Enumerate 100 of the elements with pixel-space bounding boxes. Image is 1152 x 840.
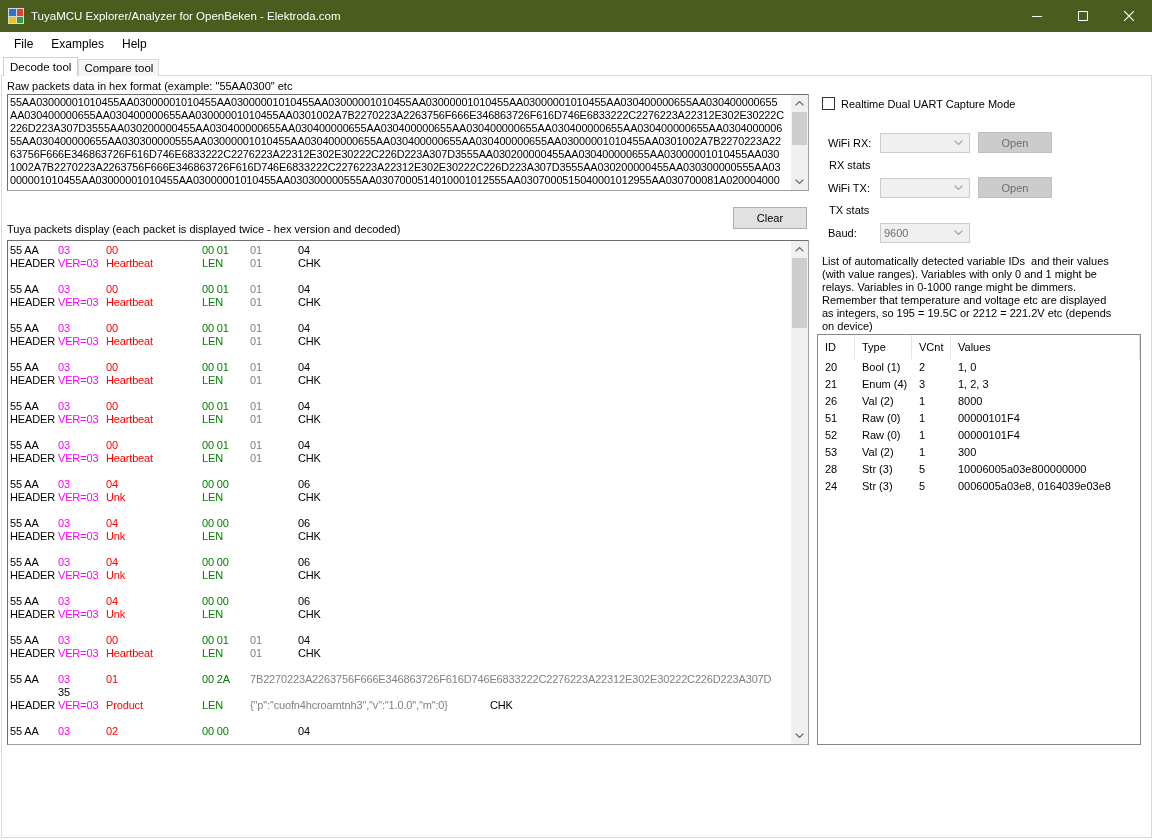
- port-label: WiFi TX:: [828, 181, 871, 194]
- caret-up-icon[interactable]: [795, 247, 804, 252]
- version-label: VER=03: [58, 452, 99, 465]
- checksum-label: CHK: [298, 647, 321, 660]
- checksum-byte: 04: [298, 283, 310, 296]
- length-bytes: 00 01: [202, 361, 229, 374]
- checkbox-label[interactable]: Realtime Dual UART Capture Mode: [841, 97, 1016, 110]
- table-cell-text: 21: [824, 377, 839, 392]
- checksum-label: CHK: [298, 374, 321, 387]
- payload-bytes: 01: [250, 439, 262, 452]
- table-cell-text: Str (3): [861, 479, 894, 494]
- vertical-scrollbar[interactable]: [791, 241, 808, 744]
- column-header[interactable]: VCnt: [912, 335, 951, 359]
- checksum-label: CHK: [298, 530, 321, 543]
- checksum-byte: 06: [298, 556, 310, 569]
- table-cell-text: 10006005a03e800000000: [957, 462, 1088, 477]
- table-cell-text: 2: [918, 360, 927, 375]
- table-cell-text: Val (2): [861, 445, 895, 460]
- scrollbar-thumb[interactable]: [792, 112, 807, 145]
- vertical-scrollbar[interactable]: [791, 95, 808, 190]
- checkbox[interactable]: [822, 97, 835, 110]
- hex-input-field[interactable]: 55AA03000001010455AA03000001010455AA03000001010455AA03000001010455AA03000001010455AA03000001010455AA030400000655AA030400000655 AA030400000655AA030400000655AA03000001010455AA0301002A7B2270223A2263756F666E346863726F616D746E6833222C2276223A22312E302E30222C 226D223A307D3555AA030200000455AA030400000655AA030400000655AA030400000655AA030400000655AA030400000655AA030400000655AA0304000006 55AA030400000655AA030300000555AA03000001010455AA030400000655AA030400000655AA030400000655AA03000001010455AA0301002A7B2270223A22 63756F666E346863726F616D746E6833222C2276223A22312E302E30222C226D223A307D3555AA030200000455AA030400000655AA03000001010455AA030 1002A7B2270223A2263756F666E346863726F616D746E6833222C2276223A22312E302E30222C226D223A307D3555AA030200000455AA030300000555AA03 000001010455AA03000001010455AA03000001010455AA030300000555AA0307000514010001012555AA0307000515040001012955AA030700081A020004000: [7, 94, 809, 191]
- version-label: VER=03: [58, 530, 99, 543]
- caret-down-icon[interactable]: [795, 733, 804, 738]
- length-label: LEN: [202, 569, 223, 582]
- version-byte: 03: [58, 400, 70, 413]
- header-label: HEADER: [10, 569, 55, 582]
- checksum-byte: 04: [298, 400, 310, 413]
- header-label: HEADER: [10, 608, 55, 621]
- table-cell-text: 1, 2, 3: [957, 377, 990, 392]
- menu-item[interactable]: Examples: [44, 34, 112, 54]
- checksum-byte: 35: [58, 686, 70, 699]
- payload-value: 01: [250, 257, 262, 270]
- length-bytes: 00 00: [202, 517, 229, 530]
- clear-button[interactable]: Clear: [733, 207, 807, 229]
- version-label: VER=03: [58, 491, 99, 504]
- tab[interactable]: Decode tool: [3, 57, 79, 76]
- header-label: HEADER: [10, 413, 55, 426]
- maximize-icon[interactable]: [1078, 11, 1088, 21]
- table-cell-text: 5: [918, 479, 927, 494]
- version-byte: 03: [58, 634, 70, 647]
- payload-bytes: 01: [250, 322, 262, 335]
- caret-down-icon[interactable]: [795, 179, 804, 184]
- table-cell-text: 8000: [957, 394, 984, 409]
- length-bytes: 00 00: [202, 595, 229, 608]
- payload-bytes: 7B2270223A2263756F666E346863726F616D746E6833222C2276223A22312E302E30222C226D223A307D: [250, 673, 772, 686]
- command-byte: 00: [106, 283, 118, 296]
- length-label: LEN: [202, 608, 223, 621]
- checksum-byte: 04: [298, 725, 310, 738]
- checksum-byte: 04: [298, 244, 310, 257]
- header-bytes: 55 AA: [10, 556, 39, 569]
- version-byte: 03: [58, 478, 70, 491]
- baud-label: Baud:: [828, 226, 858, 239]
- version-byte: 03: [58, 595, 70, 608]
- checksum-byte: 06: [298, 478, 310, 491]
- packet-display[interactable]: [7, 240, 809, 745]
- column-header[interactable]: Type: [855, 335, 912, 359]
- version-label: VER=03: [58, 699, 99, 712]
- length-label: LEN: [202, 257, 223, 270]
- tab[interactable]: Compare tool: [78, 59, 160, 76]
- table-cell-text: 00000101F4: [957, 411, 1021, 426]
- command-byte: 04: [106, 595, 118, 608]
- checksum-byte: 04: [298, 634, 310, 647]
- table-cell-text: Enum (4): [861, 377, 909, 392]
- header-bytes: 55 AA: [10, 595, 39, 608]
- scrollbar-thumb[interactable]: [792, 258, 807, 328]
- command-name: Heartbeat: [106, 335, 153, 348]
- payload-value: 01: [250, 413, 262, 426]
- caret-up-icon[interactable]: [795, 101, 804, 106]
- payload-bytes: 01: [250, 634, 262, 647]
- table-cell-text: 0006005a03e8, 0164039e03e8: [957, 479, 1112, 494]
- length-bytes: 00 01: [202, 634, 229, 647]
- close-icon[interactable]: [1124, 11, 1134, 21]
- version-byte: 03: [58, 725, 70, 738]
- header-label: HEADER: [10, 647, 55, 660]
- checksum-label: CHK: [298, 257, 321, 270]
- length-bytes: 00 01: [202, 322, 229, 335]
- command-name: Heartbeat: [106, 647, 153, 660]
- table-cell-text: 51: [824, 411, 839, 426]
- checksum-byte: 04: [298, 361, 310, 374]
- payload-value: 01: [250, 296, 262, 309]
- header-bytes: 55 AA: [10, 361, 39, 374]
- checksum-label: CHK: [298, 413, 321, 426]
- version-label: VER=03: [58, 374, 99, 387]
- header-label: HEADER: [10, 452, 55, 465]
- column-header[interactable]: ID: [818, 335, 855, 359]
- table-cell-text: 1, 0: [957, 360, 978, 375]
- length-label: LEN: [202, 452, 223, 465]
- version-byte: 03: [58, 322, 70, 335]
- header-bytes: 55 AA: [10, 439, 39, 452]
- length-label: LEN: [202, 296, 223, 309]
- minimize-icon[interactable]: [1032, 15, 1042, 17]
- header-label: HEADER: [10, 699, 55, 712]
- length-bytes: 00 01: [202, 244, 229, 257]
- menu-item[interactable]: Help: [115, 34, 154, 54]
- length-label: LEN: [202, 530, 223, 543]
- menu-item[interactable]: File: [7, 34, 41, 54]
- column-header[interactable]: Values: [951, 335, 1140, 359]
- table-cell-text: 52: [824, 428, 839, 443]
- version-label: VER=03: [58, 647, 99, 660]
